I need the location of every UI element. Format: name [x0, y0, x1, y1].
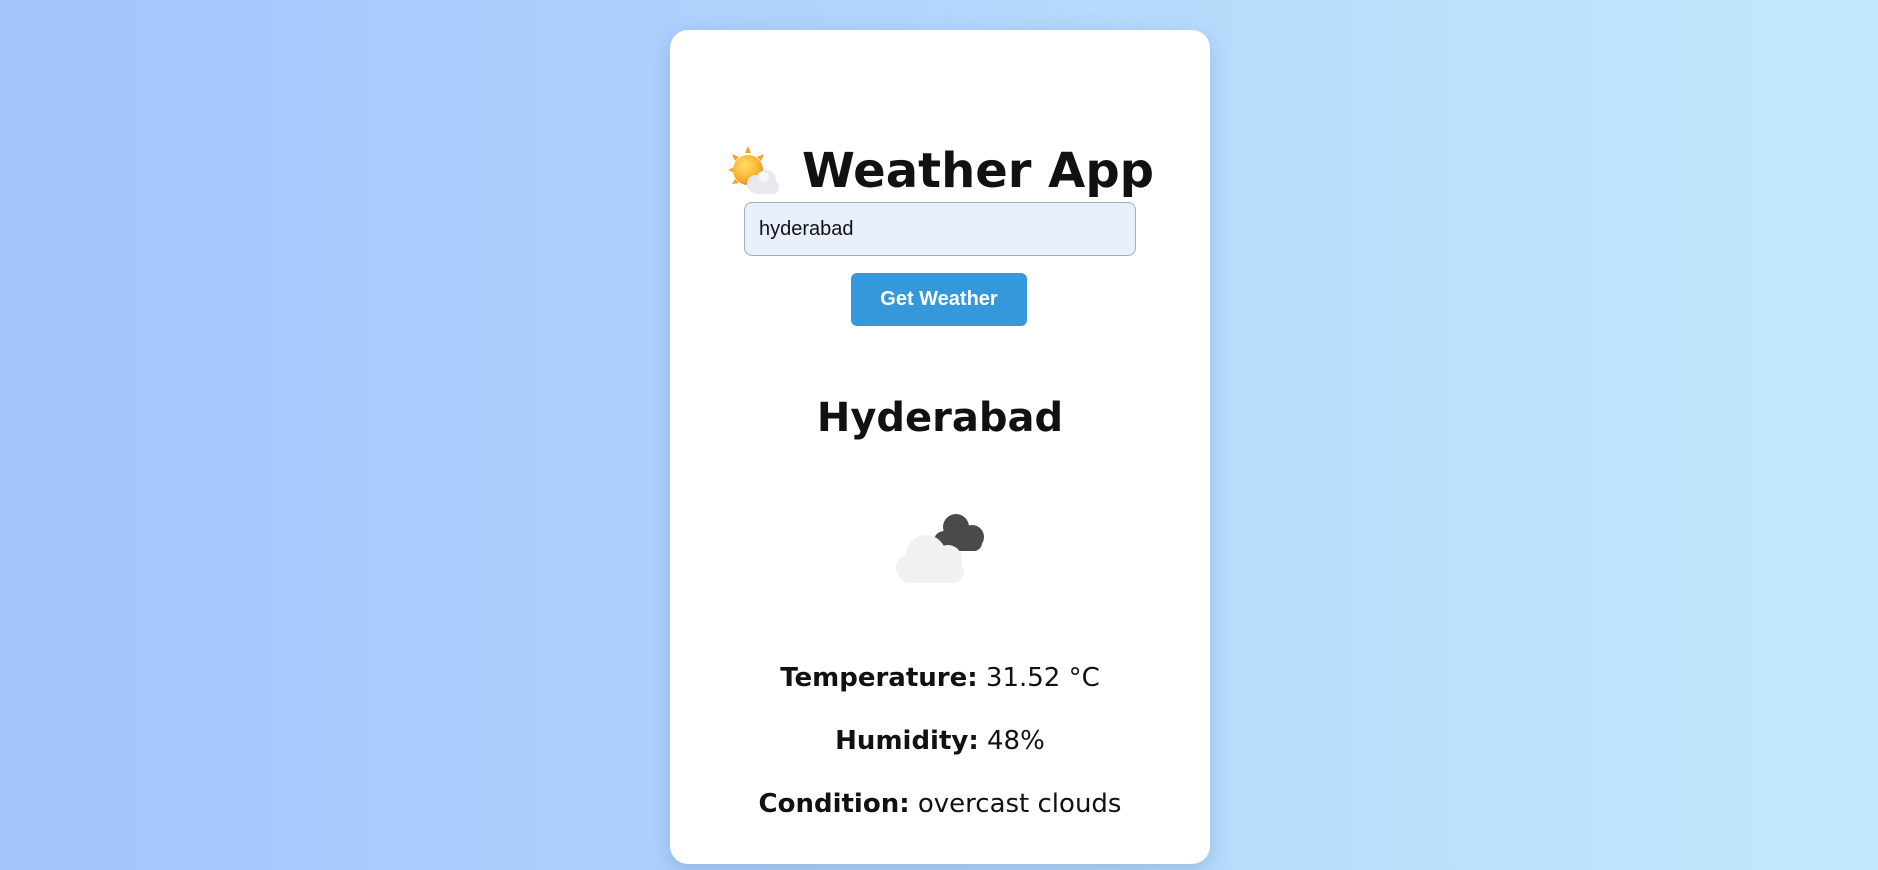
city-search-input[interactable]	[744, 202, 1136, 256]
weather-card: Weather App Get Weather Hyderabad Temper…	[670, 30, 1210, 864]
condition-value: overcast clouds	[917, 789, 1122, 819]
sun-behind-cloud-icon	[727, 146, 779, 194]
humidity-label: Humidity:	[835, 726, 979, 756]
humidity-value: 48%	[987, 726, 1045, 756]
overcast-clouds-icon	[896, 514, 984, 583]
humidity-row: Humidity: 48%	[670, 723, 1210, 759]
temperature-value: 31.52 °C	[985, 663, 1100, 693]
temperature-label: Temperature:	[780, 663, 978, 693]
app-title-text: Weather App	[801, 143, 1155, 199]
city-name: Hyderabad	[816, 395, 1064, 441]
app-title: Weather App	[670, 140, 1210, 202]
condition-row: Condition: overcast clouds	[670, 786, 1210, 822]
get-weather-button[interactable]: Get Weather	[851, 273, 1027, 326]
condition-label: Condition:	[758, 789, 910, 819]
temperature-row: Temperature: 31.52 °C	[670, 660, 1210, 696]
